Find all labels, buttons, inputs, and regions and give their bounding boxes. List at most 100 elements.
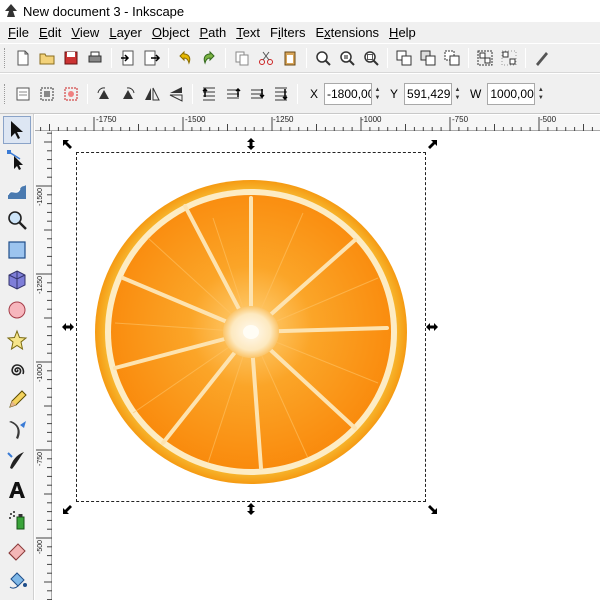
paste-icon[interactable] bbox=[279, 47, 301, 69]
ruler-label: -750 bbox=[452, 115, 469, 124]
toolbar-grip[interactable] bbox=[4, 83, 7, 104]
ruler-label: -1750 bbox=[96, 115, 117, 124]
raise-icon[interactable] bbox=[222, 83, 244, 105]
resize-handle-top-right[interactable] bbox=[425, 138, 439, 152]
w-spinner[interactable]: ▲ ▼ bbox=[536, 83, 545, 105]
select-all-icon[interactable] bbox=[12, 83, 34, 105]
group-icon[interactable] bbox=[474, 47, 496, 69]
separator bbox=[87, 83, 88, 104]
import-icon[interactable] bbox=[117, 47, 139, 69]
3d-box-tool-icon[interactable] bbox=[3, 266, 31, 294]
menu-file[interactable]: File bbox=[3, 22, 34, 43]
x-label: X bbox=[310, 86, 319, 101]
separator bbox=[387, 48, 388, 68]
cut-icon[interactable] bbox=[255, 47, 277, 69]
inkscape-logo-icon bbox=[5, 4, 17, 17]
separator bbox=[468, 48, 469, 68]
pencil-tool-icon[interactable] bbox=[3, 386, 31, 414]
ruler-label: -500 bbox=[540, 115, 557, 124]
ruler-label: -1500 bbox=[185, 115, 206, 124]
menu-bar: File Edit View Layer Object Path Text Filters Ex… bbox=[0, 22, 600, 43]
menu-edit[interactable]: Edit bbox=[34, 22, 66, 43]
ungroup-icon[interactable] bbox=[498, 47, 520, 69]
rectangle-tool-icon[interactable] bbox=[3, 236, 31, 264]
copy-icon[interactable] bbox=[231, 47, 253, 69]
separator bbox=[168, 48, 169, 68]
y-input[interactable]: 591,429 bbox=[404, 82, 453, 105]
new-document-icon[interactable] bbox=[12, 47, 34, 69]
raise-to-top-icon[interactable] bbox=[198, 83, 220, 105]
ellipse-tool-icon[interactable] bbox=[3, 296, 31, 324]
calligraphy-tool-icon[interactable] bbox=[3, 446, 31, 474]
x-coordinate-group: X -1800,00 ▲ ▼ bbox=[310, 82, 382, 105]
tool-controls-bar: X -1800,00 ▲ ▼ Y 591,429 ▲ ▼ W 1000,00 ▲ ▼ bbox=[0, 74, 600, 114]
horizontal-ruler[interactable]: -1750 -1500 -1250 -1000 -750 -500 bbox=[40, 115, 600, 131]
rotate-cw-icon[interactable] bbox=[117, 83, 139, 105]
lower-icon[interactable] bbox=[246, 83, 268, 105]
text-tool-icon[interactable] bbox=[3, 476, 31, 504]
flip-horizontal-icon[interactable] bbox=[141, 83, 163, 105]
ruler-label: -500 bbox=[37, 540, 44, 555]
resize-handle-top[interactable] bbox=[244, 137, 258, 151]
export-icon[interactable] bbox=[141, 47, 163, 69]
selector-tool-icon[interactable] bbox=[3, 116, 31, 144]
clone-icon[interactable] bbox=[417, 47, 439, 69]
ruler-label: -1500 bbox=[37, 188, 44, 206]
duplicate-icon[interactable] bbox=[393, 47, 415, 69]
toolbar-grip[interactable] bbox=[4, 48, 7, 68]
unlink-clone-icon[interactable] bbox=[441, 47, 463, 69]
open-icon[interactable] bbox=[36, 47, 58, 69]
lower-to-bottom-icon[interactable] bbox=[270, 83, 292, 105]
menu-text[interactable]: Text bbox=[231, 22, 265, 43]
w-input[interactable]: 1000,00 bbox=[487, 82, 536, 105]
redo-icon[interactable] bbox=[198, 47, 220, 69]
resize-handle-left[interactable] bbox=[61, 320, 75, 334]
y-spinner[interactable]: ▲ ▼ bbox=[453, 83, 462, 105]
resize-handle-top-left[interactable] bbox=[61, 138, 75, 152]
menu-filters[interactable]: Filters bbox=[265, 22, 310, 43]
ruler-label: -750 bbox=[37, 452, 44, 467]
w-label: W bbox=[470, 86, 482, 101]
rotate-ccw-icon[interactable] bbox=[93, 83, 115, 105]
spiral-tool-icon[interactable] bbox=[3, 356, 31, 384]
zoom-page-icon[interactable] bbox=[360, 47, 382, 69]
star-tool-icon[interactable] bbox=[3, 326, 31, 354]
zoom-drawing-icon[interactable] bbox=[336, 47, 358, 69]
vertical-ruler[interactable]: -1500 -1250 -1000 -750 -500 bbox=[35, 131, 52, 600]
node-tool-icon[interactable] bbox=[3, 146, 31, 174]
separator bbox=[225, 48, 226, 68]
resize-handle-bottom[interactable] bbox=[244, 502, 258, 516]
menu-path[interactable]: Path bbox=[194, 22, 231, 43]
ruler-label: -1250 bbox=[273, 115, 294, 124]
separator bbox=[192, 83, 193, 104]
menu-extensions[interactable]: Extensions bbox=[310, 22, 384, 43]
horizontal-ruler-ticks bbox=[40, 117, 593, 131]
eraser-tool-icon[interactable] bbox=[3, 536, 31, 564]
menu-object[interactable]: Object bbox=[147, 22, 195, 43]
print-icon[interactable] bbox=[84, 47, 106, 69]
select-all-layers-icon[interactable] bbox=[36, 83, 58, 105]
undo-icon[interactable] bbox=[174, 47, 196, 69]
paint-bucket-tool-icon[interactable] bbox=[3, 566, 31, 594]
menu-help[interactable]: Help bbox=[384, 22, 421, 43]
pen-tool-icon[interactable] bbox=[3, 416, 31, 444]
fill-stroke-icon[interactable] bbox=[531, 47, 553, 69]
selection-bounding-box bbox=[76, 152, 426, 502]
x-spinner[interactable]: ▲ ▼ bbox=[373, 83, 382, 105]
width-group: W 1000,00 ▲ ▼ bbox=[470, 82, 545, 105]
save-icon[interactable] bbox=[60, 47, 82, 69]
separator bbox=[525, 48, 526, 68]
resize-handle-right[interactable] bbox=[425, 320, 439, 334]
flip-vertical-icon[interactable] bbox=[165, 83, 187, 105]
zoom-selection-icon[interactable] bbox=[312, 47, 334, 69]
tweak-tool-icon[interactable] bbox=[3, 176, 31, 204]
menu-view[interactable]: View bbox=[66, 22, 104, 43]
x-input[interactable]: -1800,00 bbox=[324, 82, 373, 105]
deselect-icon[interactable] bbox=[60, 83, 82, 105]
spray-tool-icon[interactable] bbox=[3, 506, 31, 534]
zoom-tool-icon[interactable] bbox=[3, 206, 31, 234]
resize-handle-bottom-left[interactable] bbox=[61, 502, 75, 516]
menu-layer[interactable]: Layer bbox=[104, 22, 147, 43]
toolbox bbox=[0, 114, 34, 600]
resize-handle-bottom-right[interactable] bbox=[425, 502, 439, 516]
